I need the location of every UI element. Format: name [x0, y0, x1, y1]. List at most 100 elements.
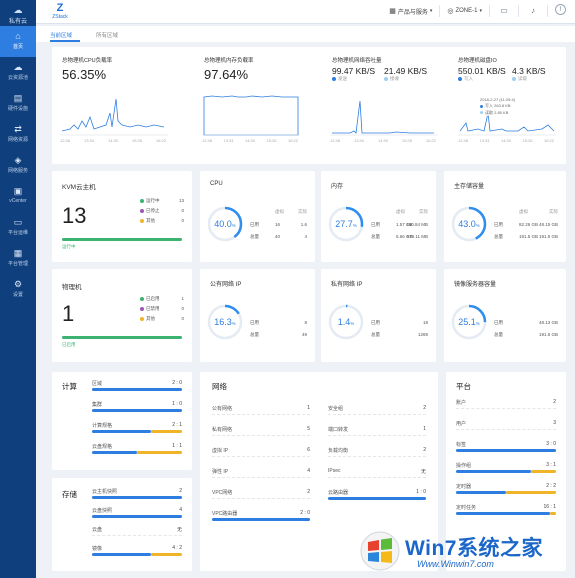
time-tick-label: 15:26: [132, 138, 143, 143]
host-card[interactable]: 物理机 1 已启用 1 已禁用 0 其他 0 已启用: [52, 269, 192, 362]
sidebar-item-5[interactable]: ▣ vCenter: [0, 181, 36, 212]
resource-label[interactable]: 标签: [456, 441, 466, 448]
resource-label[interactable]: 操作组: [456, 462, 471, 469]
used-label: 已用: [371, 222, 380, 227]
legend-item: 其他 0: [140, 218, 184, 228]
mem-sparkline: [202, 95, 300, 136]
network-resource-label[interactable]: 虚拟 IP: [212, 447, 228, 454]
row-divider: [456, 429, 556, 430]
resource-title: 镜像服务器容量: [454, 282, 497, 288]
resource-card-3[interactable]: 公有网络 IP 16.3% 已用 总量 8 49: [200, 269, 315, 362]
col-header-virtual: 虚拟: [519, 209, 528, 214]
resource-card-4[interactable]: 私有网络 IP 1.4% 已用 总量 18 1269: [321, 269, 436, 362]
resource-label[interactable]: 用户: [456, 420, 466, 427]
network-resource-label[interactable]: 弹性 IP: [212, 468, 228, 475]
resource-label[interactable]: 镜像: [92, 545, 102, 552]
resource-label[interactable]: 账户: [456, 399, 466, 406]
sidebar-item-0[interactable]: ⌂ 首页: [0, 26, 36, 57]
ratio-bar: [92, 496, 182, 499]
sidebar-item-2[interactable]: ▤ 硬件设施: [0, 88, 36, 119]
total-virtual: 191.5 GB: [519, 234, 539, 239]
ratio-bar-fill: [456, 491, 506, 494]
status-dot: [140, 316, 144, 321]
col-header-virtual: 虚拟: [396, 209, 405, 214]
vpc-router-bar: [212, 518, 310, 521]
resource-title: 内存: [331, 184, 344, 190]
usage-percent: 43.0%: [458, 219, 480, 229]
disk-read: 4.3 KB/S 读取: [512, 66, 546, 81]
resource-count: 16 : 1: [543, 504, 556, 510]
network-resource-label[interactable]: 安全组: [328, 405, 343, 412]
network-resource-label[interactable]: VPC网络: [212, 489, 232, 496]
legend-item: 已启用 1: [140, 296, 184, 306]
time-tick-label: 15:26: [522, 138, 533, 143]
chevron-down-icon: ▾: [479, 8, 482, 14]
sidebar-item-7[interactable]: ▦ 平台管理: [0, 243, 36, 274]
network-resource-count: 1: [307, 405, 310, 411]
time-tick-label: 13:34: [223, 138, 234, 143]
resource-label[interactable]: 集群: [92, 401, 102, 408]
sidebar-item-1[interactable]: ☁ 云资源池: [0, 57, 36, 88]
gear-icon: ⚙: [13, 279, 23, 289]
network-resource-count: 4: [307, 468, 310, 474]
resource-count: 3 : 1: [546, 462, 556, 468]
resource-label[interactable]: 定时任务: [456, 504, 476, 511]
network-resource-label[interactable]: 云路由器: [328, 489, 348, 496]
resource-card-0[interactable]: CPU 40.0% 虚拟 实际 已用 总量 16 40 1.6 4: [200, 171, 315, 262]
user-icon[interactable]: !: [555, 4, 569, 18]
resource-label[interactable]: 云主机快照: [92, 488, 117, 495]
col-header-virtual: 虚拟: [275, 209, 284, 214]
resource-count: 3: [553, 420, 556, 426]
network-resource-label[interactable]: 端口转发: [328, 426, 348, 433]
tab-all-regions[interactable]: 所有区域: [96, 31, 118, 39]
logo[interactable]: Z ZStack: [50, 3, 70, 21]
disk-write: 550.01 KB/S 写入: [458, 66, 506, 81]
legend-label: 运行中: [146, 198, 160, 203]
resource-label[interactable]: 计算规格: [92, 422, 112, 429]
network-resource-label[interactable]: 私有网络: [212, 426, 232, 433]
sidebar-item-4[interactable]: ◈ 网络服务: [0, 150, 36, 181]
resource-label[interactable]: 区域: [92, 380, 102, 387]
used-label: 已用: [250, 222, 259, 227]
kvm-card[interactable]: KVM云主机 13 运行中 13 已停止 0 其他 0 运行中: [52, 171, 192, 262]
ratio-bar: [92, 430, 182, 433]
cpu-load-title: 总物理机CPU负载率: [62, 58, 113, 64]
resource-label[interactable]: 云盘快照: [92, 507, 112, 514]
watermark-logo: Win7系统之家 Www.Winwin7.com: [357, 528, 567, 574]
resource-label[interactable]: 云盘规格: [92, 443, 112, 450]
resource-card-2[interactable]: 主存储容量 43.0% 虚拟 实际 已用 总量 82.26 GB 191.5 GB 48.15 …: [444, 171, 566, 262]
time-tick-label: 16:22: [288, 138, 299, 143]
sidebar-item-6[interactable]: ▭ 平台运维: [0, 212, 36, 243]
ratio-bar: [92, 388, 182, 391]
watermark-url: Www.Winwin7.com: [417, 559, 494, 569]
resource-label[interactable]: 云盘: [92, 526, 102, 533]
disk-title: 总物理机磁盘IO: [458, 58, 497, 64]
resource-card-5[interactable]: 镜像服务器容量 25.1% 已用 总量 48.13 GB 191.5 GB: [444, 269, 566, 362]
zone-selector[interactable]: ZONE-1: [455, 8, 477, 14]
time-tick-label: 14:30: [245, 138, 256, 143]
network-resource-label[interactable]: IPsec: [328, 468, 341, 474]
network-resource-label[interactable]: 公有网络: [212, 405, 232, 412]
ratio-bar-rest: [506, 491, 556, 494]
bell-icon[interactable]: ♪: [526, 4, 540, 18]
resource-card-1[interactable]: 内存 27.7% 虚拟 实际 已用 总量 1.57 GB 5.66 GB 160.84 MB 57…: [321, 171, 436, 262]
time-tick-label: 12:38: [458, 138, 469, 143]
ratio-bar: [456, 470, 556, 473]
total-actual: 191.5 GB: [538, 234, 558, 239]
network-resource-label[interactable]: VPC路由器: [212, 510, 237, 517]
network-resource-label[interactable]: 负载均衡: [328, 447, 348, 454]
ratio-bar: [92, 553, 182, 556]
compute-card: 计算 区域 2 : 0 集群 1 : 0 计算规格 2 : 1 云盘规格 1 : 1: [52, 372, 192, 470]
storage-card: 存储 云主机快照 2 云盘快照 4 云盘 无镜像 4 : 2: [52, 478, 192, 571]
sidebar-item-8[interactable]: ⚙ 设置: [0, 274, 36, 305]
tab-current-region[interactable]: 当前区域: [50, 31, 72, 39]
resource-label[interactable]: 定时器: [456, 483, 471, 490]
screen-icon[interactable]: ▭: [497, 4, 511, 18]
sidebar-item-3[interactable]: ⇄ 网络资源: [0, 119, 36, 150]
product-menu[interactable]: 产品与服务: [398, 7, 428, 16]
status-dot: [140, 208, 144, 213]
network-resource-count: 2 : 0: [300, 510, 310, 516]
legend-item: 其他 0: [140, 316, 184, 326]
resource-count: 4: [179, 507, 182, 513]
total-label: 总量: [371, 234, 380, 239]
